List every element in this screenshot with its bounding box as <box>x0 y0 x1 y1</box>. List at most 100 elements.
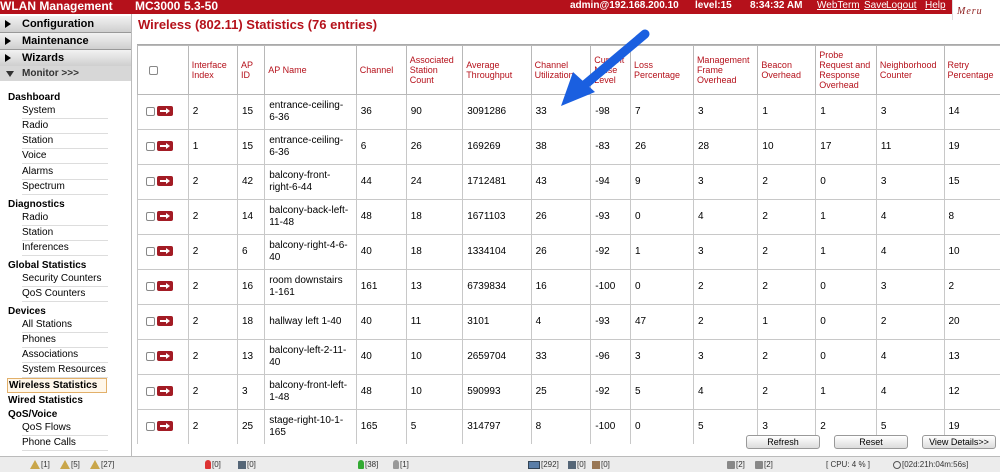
table-row[interactable]: 2 14 balcony-back-left-11-48 48 18 1671103 26-… <box>137 199 1000 235</box>
sidebar-item-security-counters[interactable]: Security Counters <box>22 272 108 287</box>
stations-count[interactable]: [292] <box>528 459 559 471</box>
sidebar-item-station[interactable]: Station <box>22 134 108 149</box>
sidebar-item-diag-station[interactable]: Station <box>22 226 108 241</box>
row-checkbox[interactable] <box>146 176 155 186</box>
lock-a[interactable]: [2] <box>727 459 745 471</box>
sidebar-item-system[interactable]: System <box>22 104 108 119</box>
devices-count[interactable]: [0] <box>592 459 610 471</box>
table-cell: 10 <box>405 374 464 410</box>
table-cell: 25 <box>236 409 266 444</box>
sidebar-item-system-resources[interactable]: System Resources <box>22 363 108 378</box>
help-link[interactable]: Help <box>925 0 946 12</box>
table-cell: 48 <box>355 199 407 235</box>
menu-maintenance[interactable]: Maintenance <box>0 33 131 50</box>
row-details-arrow-icon[interactable] <box>157 351 173 362</box>
table-cell: 2 <box>187 374 238 410</box>
sidebar-item-qos-flows[interactable]: QoS Flows <box>22 421 108 436</box>
row-checkbox[interactable] <box>146 106 155 116</box>
phones-count[interactable]: [0] <box>568 459 586 471</box>
row-checkbox[interactable] <box>146 386 155 396</box>
table-cell: 11 <box>875 129 945 165</box>
sidebar-item-alarms[interactable]: Alarms <box>22 165 108 180</box>
row-checkbox[interactable] <box>146 211 155 221</box>
row-select-cell <box>137 374 189 410</box>
ap-down[interactable]: [0] <box>205 459 221 471</box>
sidebar-item-radio[interactable]: Radio <box>22 119 108 134</box>
save-link[interactable]: Save <box>864 0 887 12</box>
webterm-link[interactable]: WebTerm <box>817 0 860 12</box>
table-row[interactable]: 2 18 hallway left 1-40 40 11 3101 4 -93 47 2 1 0 2 20 <box>137 304 1000 340</box>
table-row[interactable]: 2 13 balcony-left-2-11-40 40 10 2659704 33 -96 3… <box>137 339 1000 375</box>
menu-monitor[interactable]: Monitor >>> <box>0 66 131 81</box>
col-header[interactable]: Interface Index <box>187 45 238 95</box>
ap-up[interactable]: [38] <box>358 459 378 471</box>
sidebar-item-associations[interactable]: Associations <box>22 348 108 363</box>
table-cell: 11 <box>405 304 464 340</box>
col-header[interactable]: Channel <box>355 45 407 95</box>
lock-b[interactable]: [2] <box>755 459 773 471</box>
ap-other[interactable]: [0] <box>238 459 256 471</box>
sidebar-item-phones[interactable]: Phones <box>22 333 108 348</box>
row-details-arrow-icon[interactable] <box>157 316 173 327</box>
table-row[interactable]: 2 6 balcony-right-4-6-40 40 18 1334104 26 -92 1 3… <box>137 234 1000 270</box>
row-checkbox[interactable] <box>146 141 155 151</box>
col-header[interactable]: Retry Percentage <box>943 45 1000 95</box>
sidebar-item-all-stations[interactable]: All Stations <box>22 318 108 333</box>
menu-wizards[interactable]: Wizards <box>0 50 131 67</box>
select-all-checkbox[interactable] <box>149 66 158 76</box>
col-header[interactable]: Probe Request and Response Overhead <box>815 45 877 95</box>
sidebar-item-diag-radio[interactable]: Radio <box>22 211 108 226</box>
refresh-button[interactable]: Refresh <box>746 435 820 449</box>
table-cell: -93 <box>590 199 631 235</box>
sidebar-item-wireless-statistics[interactable]: Wireless Statistics <box>7 378 107 393</box>
sidebar-item-phone-calls[interactable]: Phone Calls <box>22 436 108 451</box>
row-checkbox[interactable] <box>146 351 155 361</box>
table-cell: 4 <box>875 374 945 410</box>
row-details-arrow-icon[interactable] <box>157 386 173 397</box>
critical-alarms[interactable]: [1] <box>30 459 50 471</box>
reset-button[interactable]: Reset <box>834 435 908 449</box>
col-header[interactable]: Management Frame Overhead <box>692 45 759 95</box>
table-cell: 90 <box>405 94 464 130</box>
minor-alarms[interactable]: [27] <box>90 459 114 471</box>
row-details-arrow-icon[interactable] <box>157 211 173 222</box>
table-row[interactable]: 2 3 balcony-front-left-1-48 48 10 590993 25 -92… <box>137 374 1000 410</box>
ap-na[interactable]: [1] <box>393 459 409 471</box>
view-details-button[interactable]: View Details>> <box>922 435 996 449</box>
section-global-statistics: Global Statistics <box>8 260 87 271</box>
table-cell: balcony-back-left-11-48 <box>264 199 357 235</box>
row-details-arrow-icon[interactable] <box>157 281 173 292</box>
col-header[interactable]: AP ID <box>236 45 266 95</box>
table-row[interactable]: 2 16 room downstairs 1-161 161 13 6739834 16 -1… <box>137 269 1000 305</box>
col-header[interactable]: AP Name <box>264 45 357 95</box>
col-header[interactable]: Average Throughput <box>462 45 532 95</box>
col-header[interactable]: Neighborhood Counter <box>875 45 945 95</box>
row-details-arrow-icon[interactable] <box>157 106 173 117</box>
col-header[interactable]: Associated Station Count <box>405 45 464 95</box>
row-details-arrow-icon[interactable] <box>157 176 173 187</box>
phone-icon <box>568 460 576 469</box>
row-checkbox[interactable] <box>146 246 155 256</box>
row-checkbox[interactable] <box>146 281 155 291</box>
row-checkbox[interactable] <box>146 421 155 431</box>
row-details-arrow-icon[interactable] <box>157 246 173 257</box>
sidebar-item-voice[interactable]: Voice <box>22 149 108 164</box>
row-checkbox[interactable] <box>146 316 155 326</box>
sidebar-item-wired-statistics[interactable]: Wired Statistics <box>8 395 83 407</box>
table-cell: 13 <box>943 339 1000 375</box>
sidebar-item-qos-counters[interactable]: QoS Counters <box>22 287 108 302</box>
sidebar-item-inferences[interactable]: Inferences <box>22 241 108 256</box>
table-cell: 43 <box>530 164 592 200</box>
row-details-arrow-icon[interactable] <box>157 141 173 152</box>
controller-model: MC3000 <box>135 0 181 13</box>
table-row[interactable]: 1 15 entrance-ceiling-6-36 6 26 169269 38 -83 26… <box>137 129 1000 165</box>
row-details-arrow-icon[interactable] <box>157 421 173 432</box>
table-row[interactable]: 2 42 balcony-front-right-6-44 44 24 1712481 43… <box>137 164 1000 200</box>
table-cell: 13 <box>236 339 266 375</box>
col-header[interactable]: Beacon Overhead <box>757 45 817 95</box>
logout-link[interactable]: Logout <box>886 0 917 12</box>
menu-configuration[interactable]: Configuration <box>0 16 131 33</box>
major-alarms[interactable]: [5] <box>60 459 80 471</box>
sidebar-item-spectrum[interactable]: Spectrum <box>22 180 108 195</box>
table-cell: 0 <box>629 199 694 235</box>
